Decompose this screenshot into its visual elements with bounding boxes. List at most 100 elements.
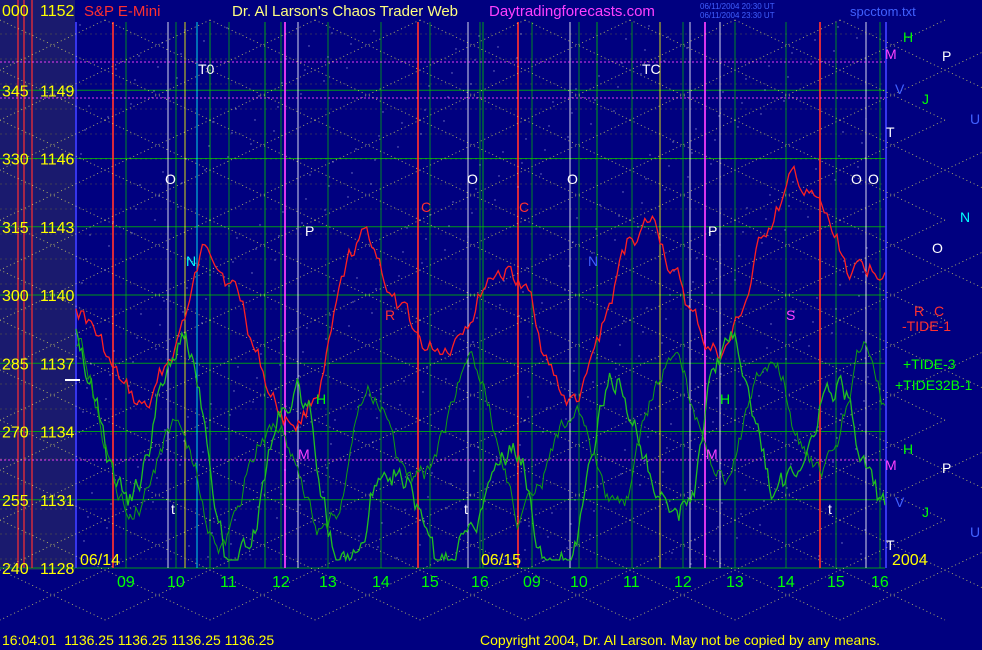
noise-dot	[237, 366, 239, 368]
date-label: 06/15	[481, 552, 521, 569]
x-tick-label: 11	[220, 574, 237, 591]
price-code-label: 255	[2, 493, 29, 510]
noise-dot	[721, 502, 723, 504]
noise-dot	[212, 121, 214, 123]
noise-dot	[325, 338, 327, 340]
noise-dot	[348, 325, 350, 327]
noise-dot	[89, 234, 91, 236]
noise-dot	[569, 394, 571, 396]
noise-dot	[861, 142, 863, 144]
noise-dot	[565, 418, 567, 420]
noise-dot	[425, 238, 427, 240]
noise-dot	[130, 103, 132, 105]
x-tick-label: 10	[570, 574, 588, 591]
noise-dot	[566, 547, 568, 549]
noise-dot	[331, 32, 333, 34]
noise-dot	[356, 277, 358, 279]
noise-dot	[812, 321, 814, 323]
noise-dot	[280, 493, 282, 495]
x-tick-label: 14	[372, 574, 390, 591]
noise-dot	[329, 314, 331, 316]
noise-dot	[735, 408, 737, 410]
noise-dot	[236, 237, 238, 239]
noise-dot	[155, 348, 157, 350]
price-tick-label: 1140	[40, 288, 75, 305]
noise-dot	[347, 196, 349, 198]
noise-dot	[186, 287, 188, 289]
noise-dot	[598, 75, 600, 77]
noise-dot	[156, 477, 158, 479]
noise-dot	[382, 111, 384, 113]
status-bar: 16:04:01 1136.25 1136.25 1136.25 1136.25…	[0, 630, 982, 650]
noise-dot	[737, 126, 739, 128]
noise-dot	[470, 83, 472, 85]
noise-dot	[643, 460, 645, 462]
noise-dot	[672, 141, 674, 143]
noise-dot	[300, 93, 302, 95]
noise-dot	[135, 208, 137, 210]
noise-dot	[188, 545, 190, 547]
noise-dot	[711, 292, 713, 294]
noise-dot	[544, 149, 546, 151]
noise-dot	[403, 380, 405, 382]
noise-dot	[835, 308, 837, 310]
noise-dot	[131, 232, 133, 234]
noise-dot	[620, 473, 622, 475]
noise-dot	[666, 447, 668, 449]
noise-dot	[863, 400, 865, 402]
noise-dot	[840, 413, 842, 415]
noise-dot	[494, 199, 496, 201]
noise-dot	[377, 546, 379, 548]
noise-dot	[105, 398, 107, 400]
noise-dot	[104, 269, 106, 271]
chart-marker-letter: M	[298, 446, 310, 462]
noise-dot	[740, 513, 742, 515]
right-marker-letter: H	[903, 29, 913, 45]
noise-dot	[472, 341, 474, 343]
noise-dot	[282, 211, 284, 213]
noise-dot	[154, 219, 156, 221]
noise-dot	[574, 499, 576, 501]
noise-dot	[810, 63, 812, 65]
date-label: 06/14	[80, 552, 120, 569]
noise-dot	[841, 542, 843, 544]
noise-dot	[637, 226, 639, 228]
noise-dot	[746, 207, 748, 209]
noise-dot	[570, 523, 572, 525]
noise-dot	[642, 331, 644, 333]
noise-dot	[785, 358, 787, 360]
noise-dot	[809, 474, 811, 476]
noise-dot	[444, 249, 446, 251]
noise-dot	[303, 480, 305, 482]
noise-dot	[528, 525, 530, 527]
chart-marker-letter: t	[464, 501, 468, 517]
noise-dot	[184, 29, 186, 31]
noise-dot	[786, 487, 788, 489]
noise-dot	[372, 441, 374, 443]
chart-marker-letter: TC	[642, 61, 661, 77]
noise-dot	[234, 519, 236, 521]
noise-dot	[428, 85, 430, 87]
noise-dot	[551, 512, 553, 514]
noise-dot	[378, 135, 380, 137]
noise-dot	[396, 557, 398, 559]
noise-dot	[401, 122, 403, 124]
noise-dot	[662, 471, 664, 473]
noise-dot	[328, 185, 330, 187]
noise-dot	[90, 363, 92, 365]
right-marker-letter: H	[903, 441, 913, 457]
corner-value: 000	[2, 3, 29, 20]
noise-dot	[831, 332, 833, 334]
chart-marker-letter: C	[421, 199, 431, 215]
noise-dot	[697, 386, 699, 388]
noise-dot	[306, 327, 308, 329]
noise-dot	[864, 529, 866, 531]
site-link[interactable]: Daytradingforecasts.com	[489, 3, 655, 20]
noise-dot	[524, 549, 526, 551]
noise-dot	[352, 301, 354, 303]
noise-dot	[836, 437, 838, 439]
noise-dot	[792, 181, 794, 183]
noise-dot	[82, 411, 84, 413]
noise-dot	[478, 35, 480, 37]
noise-dot	[717, 526, 719, 528]
